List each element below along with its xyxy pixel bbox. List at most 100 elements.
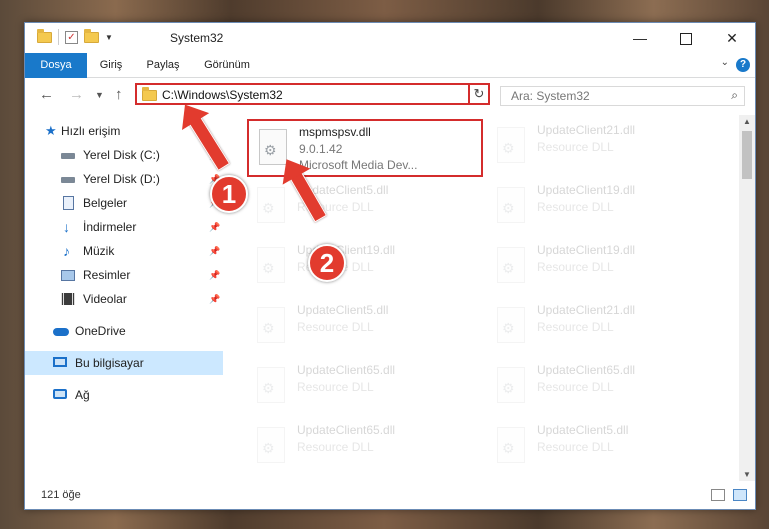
file-item[interactable]: UpdateClient5.dll Resource DLL bbox=[487, 419, 723, 477]
music-icon: ♪ bbox=[63, 243, 70, 259]
maximize-icon bbox=[680, 33, 692, 46]
sidebar-item-local-disk-c[interactable]: Yerel Disk (C:) 📌 bbox=[25, 143, 223, 167]
file-item[interactable]: UpdateClient5.dll Resource DLL bbox=[247, 179, 483, 237]
file-name: UpdateClient21.dll bbox=[537, 123, 636, 137]
refresh-button[interactable]: ↻ bbox=[468, 83, 490, 105]
file-type: Resource DLL bbox=[297, 320, 374, 334]
back-button[interactable]: ← bbox=[39, 86, 54, 103]
scroll-down-icon[interactable]: ▼ bbox=[739, 470, 755, 479]
ribbon: Dosya Giriş Paylaş Görünüm ⌄ ? bbox=[25, 53, 755, 111]
properties-icon[interactable]: ✓ bbox=[65, 30, 78, 44]
file-item[interactable]: UpdateClient19.dll Resource DLL bbox=[487, 239, 723, 297]
tab-share[interactable]: Paylaş bbox=[141, 53, 185, 77]
file-version: 9.0.1.42 bbox=[299, 142, 343, 156]
sidebar-item-label: Videolar bbox=[83, 292, 127, 306]
scroll-up-icon[interactable]: ▲ bbox=[739, 117, 755, 126]
help-icon[interactable]: ? bbox=[736, 58, 750, 72]
sidebar-item-this-pc[interactable]: Bu bilgisayar bbox=[25, 351, 223, 375]
file-type: Resource DLL bbox=[537, 260, 614, 274]
pin-icon[interactable]: 📌 bbox=[209, 215, 220, 239]
forward-button[interactable]: → bbox=[69, 86, 84, 103]
tiles-view-icon[interactable] bbox=[733, 489, 747, 501]
file-item[interactable]: UpdateClient65.dll Resource DLL bbox=[247, 359, 483, 417]
file-name: UpdateClient5.dll bbox=[537, 423, 629, 437]
star-icon: ★ bbox=[45, 123, 57, 138]
sidebar-item-documents[interactable]: Belgeler 📌 bbox=[25, 191, 223, 215]
file-item[interactable]: UpdateClient19.dll Resource DLL bbox=[487, 179, 723, 237]
sidebar-item-pictures[interactable]: Resimler 📌 bbox=[25, 263, 223, 287]
file-description: Microsoft Media Dev... bbox=[299, 158, 418, 172]
folder-icon bbox=[142, 87, 157, 101]
network-icon bbox=[53, 389, 67, 399]
download-icon: ↓ bbox=[63, 219, 70, 235]
sidebar-item-label: Yerel Disk (C:) bbox=[83, 148, 160, 162]
dll-file-icon bbox=[257, 427, 285, 463]
folder-icon[interactable] bbox=[37, 28, 52, 43]
sidebar-item-videos[interactable]: Videolar 📌 bbox=[25, 287, 223, 311]
tab-home[interactable]: Giriş bbox=[91, 53, 131, 77]
sidebar-item-label: Ağ bbox=[75, 388, 90, 402]
pin-icon[interactable]: 📌 bbox=[209, 287, 220, 311]
file-item[interactable]: UpdateClient5.dll Resource DLL bbox=[247, 299, 483, 357]
up-button[interactable]: ↑ bbox=[115, 86, 123, 103]
sidebar-item-network[interactable]: Ağ bbox=[25, 383, 223, 407]
dll-file-icon bbox=[497, 247, 525, 283]
sidebar-item-onedrive[interactable]: OneDrive bbox=[25, 319, 223, 343]
cloud-icon bbox=[53, 328, 69, 336]
file-name: UpdateClient21.dll bbox=[537, 303, 636, 317]
sidebar-item-local-disk-d[interactable]: Yerel Disk (D:) 📌 bbox=[25, 167, 223, 191]
sidebar-item-label: Hızlı erişim bbox=[61, 124, 121, 138]
sidebar-item-label: Resimler bbox=[83, 268, 131, 282]
close-button[interactable]: ✕ bbox=[709, 23, 755, 53]
vertical-scrollbar[interactable]: ▲ ▼ bbox=[739, 115, 755, 481]
dll-file-icon bbox=[497, 187, 525, 223]
dll-file-icon bbox=[497, 127, 525, 163]
search-input[interactable]: Ara: System32 ⌕ bbox=[500, 86, 745, 106]
video-icon bbox=[61, 293, 75, 305]
file-item[interactable]: UpdateClient65.dll Resource DLL bbox=[247, 419, 483, 477]
file-name: UpdateClient65.dll bbox=[537, 363, 636, 377]
document-icon bbox=[63, 196, 74, 210]
quick-access-toolbar: ✓ ▼ bbox=[37, 28, 113, 45]
file-item[interactable]: UpdateClient21.dll Resource DLL bbox=[487, 119, 723, 177]
file-name: UpdateClient65.dll bbox=[297, 363, 396, 377]
dll-file-icon bbox=[497, 367, 525, 403]
minimize-button[interactable]: — bbox=[617, 23, 663, 53]
file-type: Resource DLL bbox=[537, 320, 614, 334]
new-folder-icon[interactable] bbox=[84, 28, 99, 43]
customize-toolbar-icon[interactable]: ▼ bbox=[105, 33, 113, 42]
title-bar: ✓ ▼ System32 — ✕ bbox=[25, 23, 755, 53]
chevron-down-icon[interactable]: ⌄ bbox=[721, 57, 729, 68]
file-type: Resource DLL bbox=[537, 440, 614, 454]
dll-file-icon bbox=[257, 247, 285, 283]
sidebar-item-label: Müzik bbox=[83, 244, 115, 258]
tab-view[interactable]: Görünüm bbox=[197, 53, 257, 77]
dll-file-icon bbox=[497, 427, 525, 463]
dll-file-icon bbox=[257, 367, 285, 403]
file-item[interactable]: UpdateClient65.dll Resource DLL bbox=[487, 359, 723, 417]
maximize-button[interactable] bbox=[663, 23, 709, 53]
item-count: 121 öğe bbox=[41, 489, 81, 501]
status-bar: 121 öğe bbox=[25, 483, 755, 509]
dll-file-icon bbox=[497, 307, 525, 343]
pin-icon[interactable]: 📌 bbox=[209, 239, 220, 263]
file-name: UpdateClient65.dll bbox=[297, 423, 396, 437]
navigation-pane: ★ Hızlı erişim Yerel Disk (C:) 📌 Yerel D… bbox=[25, 115, 225, 481]
window-title: System32 bbox=[170, 31, 224, 45]
address-path: C:\Windows\System32 bbox=[162, 88, 283, 102]
navigation-bar: ← → ▼ ↑ C:\Windows\System32 ⌄ ↻ Ara: Sys… bbox=[25, 78, 755, 112]
search-placeholder: Ara: System32 bbox=[511, 89, 590, 103]
file-item[interactable]: UpdateClient19.dll Resource DLL bbox=[247, 239, 483, 297]
pin-icon[interactable]: 📌 bbox=[209, 263, 220, 287]
file-type: Resource DLL bbox=[297, 380, 374, 394]
step-badge-1: 1 bbox=[210, 175, 248, 213]
recent-locations-button[interactable]: ▼ bbox=[95, 90, 104, 100]
dll-file-icon bbox=[259, 129, 287, 165]
sidebar-item-downloads[interactable]: ↓ İndirmeler 📌 bbox=[25, 215, 223, 239]
sidebar-item-label: Yerel Disk (D:) bbox=[83, 172, 160, 186]
file-name: mspmspsv.dll bbox=[299, 125, 371, 139]
scroll-thumb[interactable] bbox=[742, 131, 752, 179]
file-item[interactable]: UpdateClient21.dll Resource DLL bbox=[487, 299, 723, 357]
sidebar-item-music[interactable]: ♪ Müzik 📌 bbox=[25, 239, 223, 263]
details-view-icon[interactable] bbox=[711, 489, 725, 501]
